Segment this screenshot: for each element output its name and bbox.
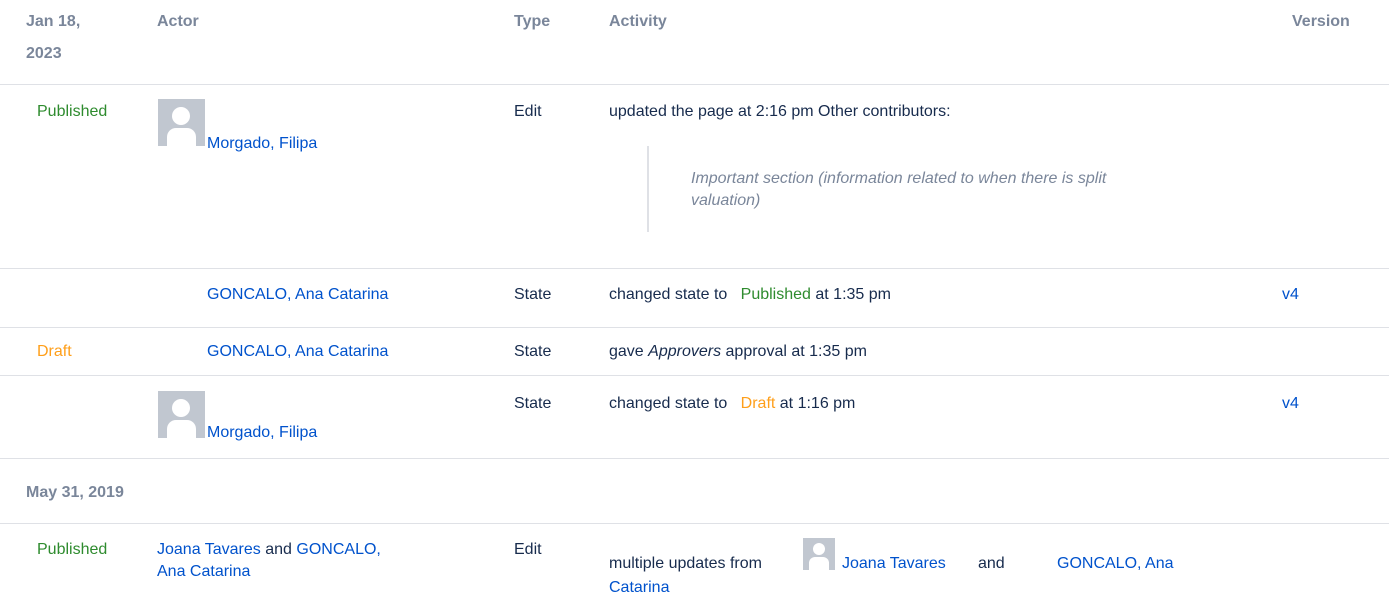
actor-link[interactable]: Ana Catarina (157, 563, 250, 581)
activity-text: changed state to Published at 1:35 pm (609, 286, 891, 304)
state-label: Draft (740, 395, 776, 412)
state-label: Published (740, 286, 811, 303)
contributor-quote: Important section (information related t… (647, 146, 1109, 232)
activity-user-link[interactable]: GONCALO, Ana (1057, 555, 1174, 573)
activity-user-link[interactable]: Joana Tavares (842, 555, 946, 573)
activity-suffix: approval at 1:35 pm (725, 343, 867, 360)
actor-link[interactable]: Joana Tavares (157, 541, 261, 558)
actor-link[interactable]: Morgado, Filipa (207, 424, 317, 442)
status-badge: Published (37, 541, 108, 558)
divider (0, 375, 1389, 376)
actors-cell: Joana Tavares and GONCALO, (157, 541, 381, 559)
activity-prefix: gave (609, 343, 644, 360)
avatar[interactable] (158, 99, 205, 146)
header-version: Version (1292, 13, 1350, 30)
divider (0, 523, 1389, 524)
quote-text: Important section (information related t… (691, 170, 1107, 209)
header-date-year: 2023 (26, 45, 62, 62)
activity-text: multiple updates from (609, 555, 762, 572)
approvers-label: Approvers (648, 343, 722, 360)
and-label: and (978, 555, 1005, 572)
actor-link[interactable]: GONCALO, Ana Catarina (207, 286, 388, 304)
group-date: May 31, 2019 (26, 484, 124, 501)
type-label: Edit (514, 103, 542, 120)
divider (0, 268, 1389, 269)
header-date: Jan 18, (26, 13, 81, 30)
version-link[interactable]: v4 (1282, 286, 1299, 304)
header-type: Type (514, 13, 551, 30)
actor-link[interactable]: GONCALO, (296, 541, 380, 558)
divider (0, 327, 1389, 328)
divider (0, 458, 1389, 459)
activity-text: updated the page at 2:16 pm Other contri… (609, 103, 951, 120)
and-label: and (265, 541, 292, 558)
activity-text: gave Approvers approval at 1:35 pm (609, 343, 867, 361)
actor-link[interactable]: GONCALO, Ana Catarina (207, 343, 388, 361)
avatar[interactable] (803, 538, 835, 570)
avatar[interactable] (158, 391, 205, 438)
type-label: State (514, 343, 552, 360)
type-label: State (514, 395, 552, 412)
status-badge: Published (37, 103, 108, 120)
status-badge: Draft (37, 343, 72, 360)
activity-prefix: changed state to (609, 286, 728, 303)
activity-user-link[interactable]: Catarina (609, 579, 669, 597)
header-actor: Actor (157, 13, 199, 30)
activity-suffix: at 1:35 pm (815, 286, 891, 303)
version-link[interactable]: v4 (1282, 395, 1299, 413)
activity-suffix: at 1:16 pm (779, 395, 856, 412)
actor-link[interactable]: Morgado, Filipa (207, 135, 317, 153)
header-activity: Activity (609, 13, 667, 30)
activity-text: changed state to Draft at 1:16 pm (609, 395, 855, 413)
type-label: State (514, 286, 552, 303)
type-label: Edit (514, 541, 542, 558)
activity-prefix: changed state to (609, 395, 728, 412)
divider (0, 84, 1389, 85)
